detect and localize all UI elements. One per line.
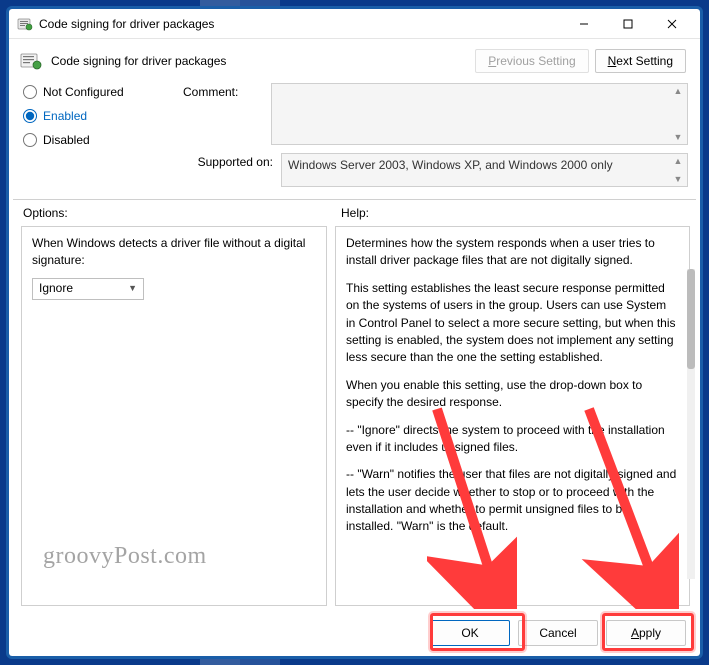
cancel-button[interactable]: Cancel [518,620,598,646]
scroll-up-icon[interactable]: ▲ [671,155,685,167]
ok-button[interactable]: OK [430,620,510,646]
scroll-down-icon[interactable]: ▼ [671,173,685,185]
next-setting-button[interactable]: Next Setting [595,49,686,73]
chevron-down-icon: ▼ [128,282,137,295]
window-title: Code signing for driver packages [39,17,556,31]
scroll-down-icon[interactable]: ▼ [671,131,685,143]
comment-label: Comment: [183,83,263,99]
titlebar[interactable]: Code signing for driver packages [9,9,700,39]
comment-field[interactable]: ▲ ▼ [271,83,688,145]
help-paragraph: -- "Ignore" directs the system to procee… [346,422,677,457]
help-label: Help: [341,206,369,220]
supported-on-label: Supported on: [183,153,273,169]
scrollbar[interactable] [687,269,695,579]
help-paragraph: Determines how the system responds when … [346,235,677,270]
signature-action-select[interactable]: Ignore ▼ [32,278,144,300]
policy-name: Code signing for driver packages [51,54,467,68]
radio-enabled[interactable]: Enabled [23,109,183,123]
policy-icon [17,16,33,32]
options-pane: When Windows detects a driver file witho… [21,226,327,606]
previous-setting-button: Previous Setting [475,49,588,73]
scroll-up-icon[interactable]: ▲ [671,85,685,97]
help-paragraph: -- "Warn" notifies the user that files a… [346,466,677,536]
minimize-button[interactable] [562,9,606,39]
close-button[interactable] [650,9,694,39]
help-paragraph: When you enable this setting, use the dr… [346,377,677,412]
supported-on-field: Windows Server 2003, Windows XP, and Win… [281,153,688,187]
policy-large-icon [19,51,43,71]
dialog-window: Code signing for driver packages Code si… [9,9,700,656]
option-text: When Windows detects a driver file witho… [32,235,316,270]
radio-not-configured[interactable]: Not Configured [23,85,183,99]
options-label: Options: [23,206,329,220]
maximize-button[interactable] [606,9,650,39]
state-radio-group: Not Configured Enabled Disabled [23,83,183,187]
apply-button[interactable]: Apply [606,620,686,646]
subheader: Code signing for driver packages Previou… [9,39,700,79]
footer: OK Cancel Apply [9,612,700,656]
scrollbar-thumb[interactable] [687,269,695,369]
help-pane[interactable]: Determines how the system responds when … [335,226,690,606]
help-paragraph: This setting establishes the least secur… [346,280,677,367]
radio-disabled[interactable]: Disabled [23,133,183,147]
